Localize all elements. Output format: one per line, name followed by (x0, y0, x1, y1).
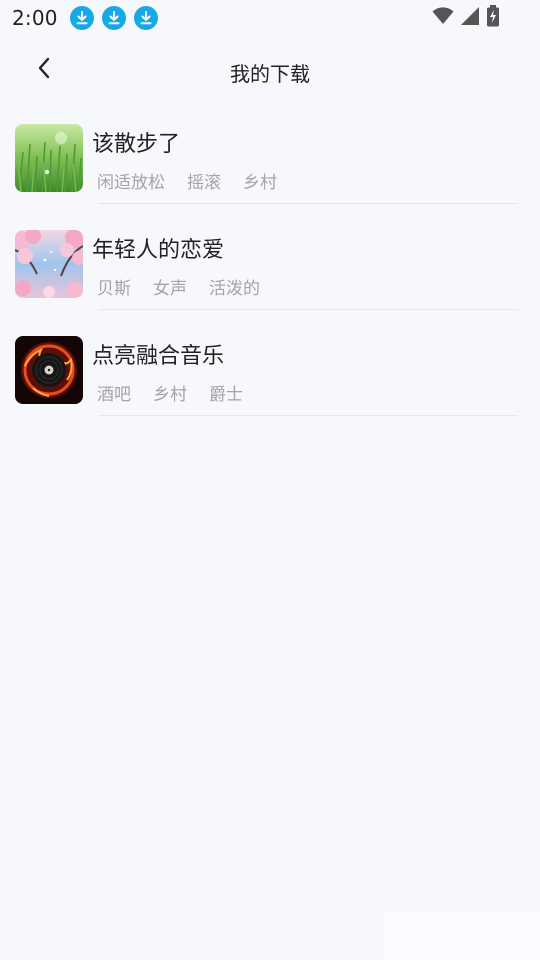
song-title: 年轻人的恋爱 (92, 238, 225, 263)
battery-charging-icon (486, 5, 500, 31)
fire-vinyl-cover (15, 336, 83, 404)
grass-field-cover (15, 124, 83, 192)
tag: 活泼的 (209, 279, 260, 299)
download-icon (101, 6, 126, 30)
status-left: 2:00 (12, 6, 158, 30)
tag: 摇滚 (187, 173, 221, 193)
list-item[interactable]: 点亮融合音乐 酒吧 乡村 爵士 (0, 318, 540, 424)
tag-list: 酒吧 乡村 爵士 (97, 380, 243, 405)
page-title: 我的下载 (230, 62, 310, 86)
tag: 乡村 (243, 173, 277, 193)
cherry-blossom-cover (15, 230, 83, 298)
status-right (432, 5, 500, 31)
tag: 闲适放松 (97, 173, 165, 193)
tag: 爵士 (209, 385, 243, 405)
tag: 酒吧 (97, 385, 131, 405)
tag: 乡村 (153, 385, 187, 405)
status-time: 2:00 (12, 6, 58, 30)
divider (98, 309, 518, 310)
download-icon (69, 6, 94, 30)
list-item[interactable]: 该散步了 闲适放松 摇滚 乡村 (0, 106, 540, 212)
download-icon (133, 6, 158, 30)
header: 我的下载 (0, 36, 540, 106)
tag: 女声 (153, 279, 187, 299)
cellular-signal-icon (460, 7, 480, 29)
song-title: 点亮融合音乐 (92, 344, 225, 369)
tag: 贝斯 (97, 279, 131, 299)
tag-list: 闲适放松 摇滚 乡村 (97, 168, 277, 193)
divider (98, 203, 518, 204)
divider (98, 415, 518, 416)
wifi-icon (432, 7, 454, 29)
download-list: 该散步了 闲适放松 摇滚 乡村 年轻人的恋爱 贝斯 女声 活泼的 点亮融合音乐 … (0, 106, 540, 424)
status-bar: 2:00 (0, 0, 540, 36)
song-title: 该散步了 (92, 132, 181, 157)
list-item[interactable]: 年轻人的恋爱 贝斯 女声 活泼的 (0, 212, 540, 318)
navigation-area (384, 912, 540, 960)
tag-list: 贝斯 女声 活泼的 (97, 274, 260, 299)
